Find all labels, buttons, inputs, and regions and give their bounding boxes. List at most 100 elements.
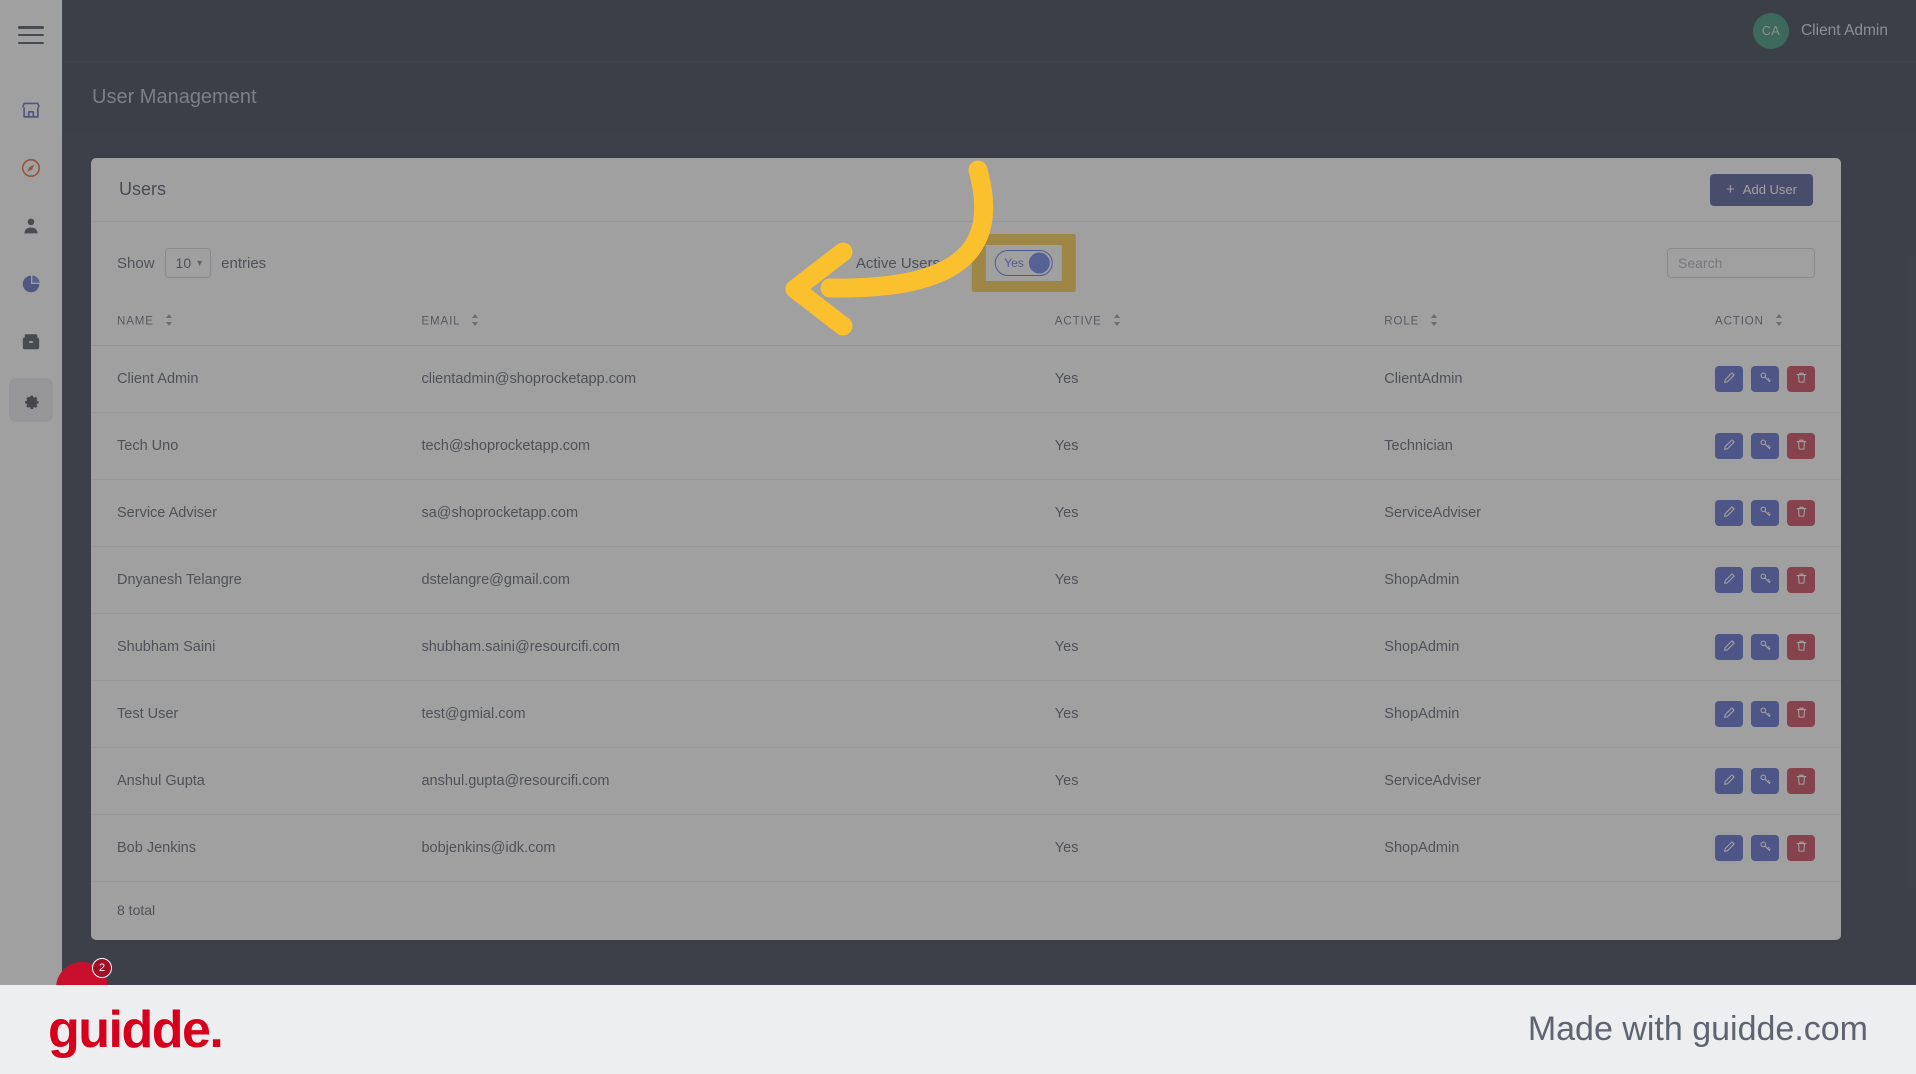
page-size-value: 10 xyxy=(175,255,192,271)
cell-name: Dnyanesh Telangre xyxy=(91,546,422,614)
compass-icon xyxy=(20,157,42,179)
trash-row-button[interactable] xyxy=(1787,634,1815,660)
key-icon xyxy=(1759,371,1772,387)
sort-icon xyxy=(165,314,173,329)
edit-row-button[interactable] xyxy=(1715,500,1743,526)
table-toolbar: Show 10 ▾ entries Active Users On Yes xyxy=(91,222,1841,304)
page-size-select[interactable]: 10 ▾ xyxy=(164,248,212,278)
edit-row-button[interactable] xyxy=(1715,701,1743,727)
key-row-button[interactable] xyxy=(1751,366,1779,392)
cell-active: Yes xyxy=(1054,680,1385,748)
sidebar-item-settings[interactable] xyxy=(9,378,53,422)
cell-email: bobjenkins@idk.com xyxy=(421,814,1055,882)
key-row-button[interactable] xyxy=(1751,567,1779,593)
search-input[interactable] xyxy=(1667,248,1815,278)
person-icon xyxy=(20,215,42,237)
column-header-role[interactable]: ROLE xyxy=(1384,304,1715,346)
column-header-action[interactable]: ACTION xyxy=(1715,304,1841,346)
sidebar-item-inventory[interactable] xyxy=(9,320,53,364)
sidebar-item-store[interactable] xyxy=(9,88,53,132)
key-icon xyxy=(1759,840,1772,856)
cell-role: ShopAdmin xyxy=(1384,680,1715,748)
cell-email: dstelangre@gmail.com xyxy=(421,546,1055,614)
key-icon xyxy=(1759,639,1772,655)
edit-icon xyxy=(1723,639,1736,655)
sidebar-item-person[interactable] xyxy=(9,204,53,248)
trash-row-button[interactable] xyxy=(1787,433,1815,459)
column-header-active[interactable]: ACTIVE xyxy=(1054,304,1385,346)
add-user-button[interactable]: + Add User xyxy=(1710,173,1813,206)
key-row-button[interactable] xyxy=(1751,500,1779,526)
table-row: Test User test@gmial.com Yes ShopAdmin xyxy=(91,680,1841,748)
cell-actions xyxy=(1715,814,1841,882)
key-icon xyxy=(1759,706,1772,722)
key-icon xyxy=(1759,438,1772,454)
column-header-email[interactable]: EMAIL xyxy=(421,304,1055,346)
cell-active: Yes xyxy=(1054,613,1385,681)
cell-name: Test User xyxy=(91,680,422,748)
cell-role: ShopAdmin xyxy=(1384,814,1715,882)
key-row-button[interactable] xyxy=(1751,433,1779,459)
user-menu[interactable]: CA Client Admin xyxy=(1752,12,1888,49)
top-bar: CA Client Admin xyxy=(62,0,1916,62)
edit-icon xyxy=(1723,438,1736,454)
show-entries-group: Show 10 ▾ entries xyxy=(117,248,266,278)
sidebar xyxy=(0,0,62,985)
chevron-down-icon: ▾ xyxy=(197,257,203,269)
key-row-button[interactable] xyxy=(1751,768,1779,794)
users-table: NAME EMAIL ACTIVE ROLE ACTION Client Adm… xyxy=(91,304,1841,882)
key-icon xyxy=(1759,572,1772,588)
row-action-group xyxy=(1715,768,1815,794)
edit-row-button[interactable] xyxy=(1715,567,1743,593)
spotlight-highlight: Yes xyxy=(972,234,1077,292)
row-action-group xyxy=(1715,835,1815,861)
screenshot-root: CA Client Admin User Management Users + … xyxy=(0,0,1916,1074)
edit-row-button[interactable] xyxy=(1715,634,1743,660)
column-label-name: NAME xyxy=(117,315,154,328)
sidebar-nav-list xyxy=(0,88,62,422)
chat-widget-button[interactable]: 2 xyxy=(56,958,112,985)
edit-row-button[interactable] xyxy=(1715,366,1743,392)
archive-icon xyxy=(20,331,42,353)
cell-email: sa@shoprocketapp.com xyxy=(421,479,1055,547)
table-row: Bob Jenkins bobjenkins@idk.com Yes ShopAdmi… xyxy=(91,814,1841,882)
cell-name: Shubham Saini xyxy=(91,613,422,681)
hamburger-icon[interactable] xyxy=(18,26,44,44)
card-title: Users xyxy=(119,179,167,199)
trash-icon xyxy=(1795,572,1808,588)
key-row-button[interactable] xyxy=(1751,634,1779,660)
trash-row-button[interactable] xyxy=(1787,500,1815,526)
table-row: Client Admin clientadmin@shoprocketapp.co… xyxy=(91,345,1841,413)
edit-row-button[interactable] xyxy=(1715,768,1743,794)
trash-row-button[interactable] xyxy=(1787,701,1815,727)
cell-actions xyxy=(1715,479,1841,547)
table-row: Anshul Gupta anshul.gupta@resourcifi.com Y… xyxy=(91,747,1841,815)
column-label-action: ACTION xyxy=(1715,315,1764,328)
trash-row-button[interactable] xyxy=(1787,567,1815,593)
edit-row-button[interactable] xyxy=(1715,433,1743,459)
trash-row-button[interactable] xyxy=(1787,835,1815,861)
trash-row-button[interactable] xyxy=(1787,768,1815,794)
trash-icon xyxy=(1795,438,1808,454)
trash-row-button[interactable] xyxy=(1787,366,1815,392)
key-row-button[interactable] xyxy=(1751,835,1779,861)
cell-actions xyxy=(1715,680,1841,748)
table-total: 8 total xyxy=(117,902,156,918)
key-icon xyxy=(1759,505,1772,521)
edit-row-button[interactable] xyxy=(1715,835,1743,861)
plus-icon: + xyxy=(1726,181,1735,198)
store-icon xyxy=(20,99,42,121)
active-users-toggle[interactable]: Yes xyxy=(995,250,1054,276)
sidebar-item-analytics[interactable] xyxy=(9,262,53,306)
key-row-button[interactable] xyxy=(1751,701,1779,727)
column-label-role: ROLE xyxy=(1384,315,1420,328)
cell-active: Yes xyxy=(1054,747,1385,815)
sidebar-item-compass[interactable] xyxy=(9,146,53,190)
column-header-name[interactable]: NAME xyxy=(91,304,422,346)
cell-name: Bob Jenkins xyxy=(91,814,422,882)
edit-icon xyxy=(1723,572,1736,588)
gear-icon xyxy=(20,389,42,411)
card-header: Users + Add User xyxy=(91,158,1841,222)
cell-role: Technician xyxy=(1384,412,1715,480)
trash-icon xyxy=(1795,706,1808,722)
